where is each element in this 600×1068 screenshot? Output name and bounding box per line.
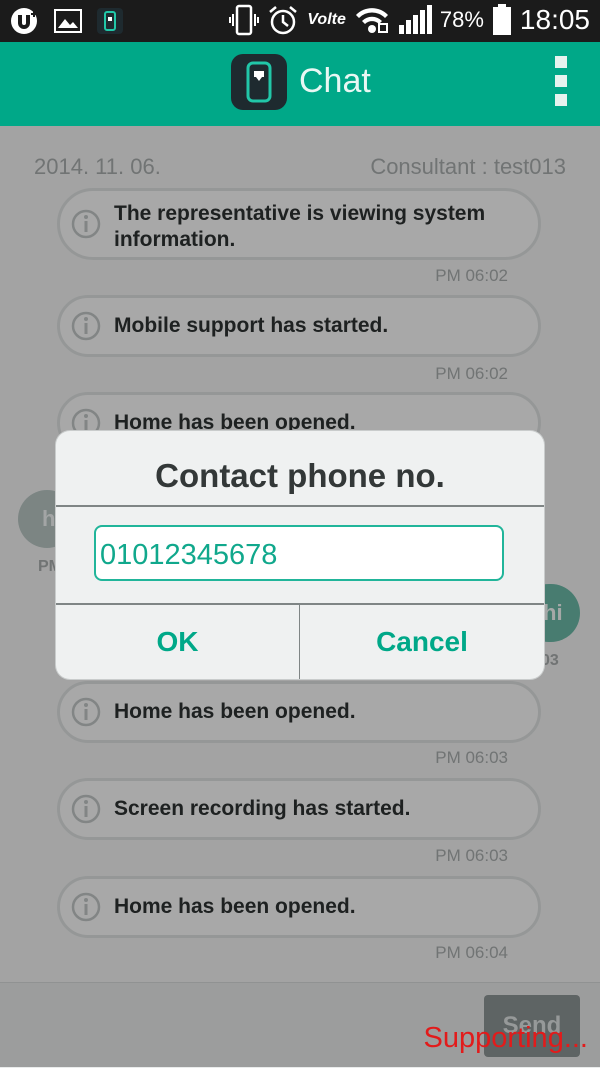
page-title: Chat <box>299 62 371 100</box>
u-plus-logo-icon <box>11 8 37 34</box>
contact-phone-dialog: Contact phone no. 01012345678 OK Cancel <box>56 431 544 679</box>
wifi-icon <box>355 8 388 33</box>
status-left-icons <box>10 7 124 35</box>
gallery-icon <box>54 9 82 33</box>
overflow-menu-icon[interactable] <box>554 56 568 112</box>
cancel-button[interactable]: Cancel <box>300 605 544 679</box>
phone-app-logo-icon <box>231 54 287 110</box>
status-bar: Volte 78% 18:05 <box>0 0 600 42</box>
phone-number-input[interactable]: 01012345678 <box>94 525 504 581</box>
signal-strength-icon <box>398 5 432 34</box>
vibrate-icon <box>229 4 260 36</box>
app-notification-icon <box>97 8 123 34</box>
dialog-title: Contact phone no. <box>155 457 445 494</box>
status-clock: 18:05 <box>519 4 590 35</box>
battery-icon <box>492 4 511 35</box>
status-right-icons: Volte 78% 18:05 <box>229 4 590 36</box>
alarm-icon <box>269 6 298 35</box>
app-header: Chat <box>0 42 600 126</box>
volte-label: Volte <box>307 11 346 28</box>
supporting-status: Supporting... <box>423 1022 588 1054</box>
battery-percent: 78% <box>439 7 484 32</box>
ok-button[interactable]: OK <box>56 605 299 679</box>
dialog-divider <box>56 505 544 507</box>
